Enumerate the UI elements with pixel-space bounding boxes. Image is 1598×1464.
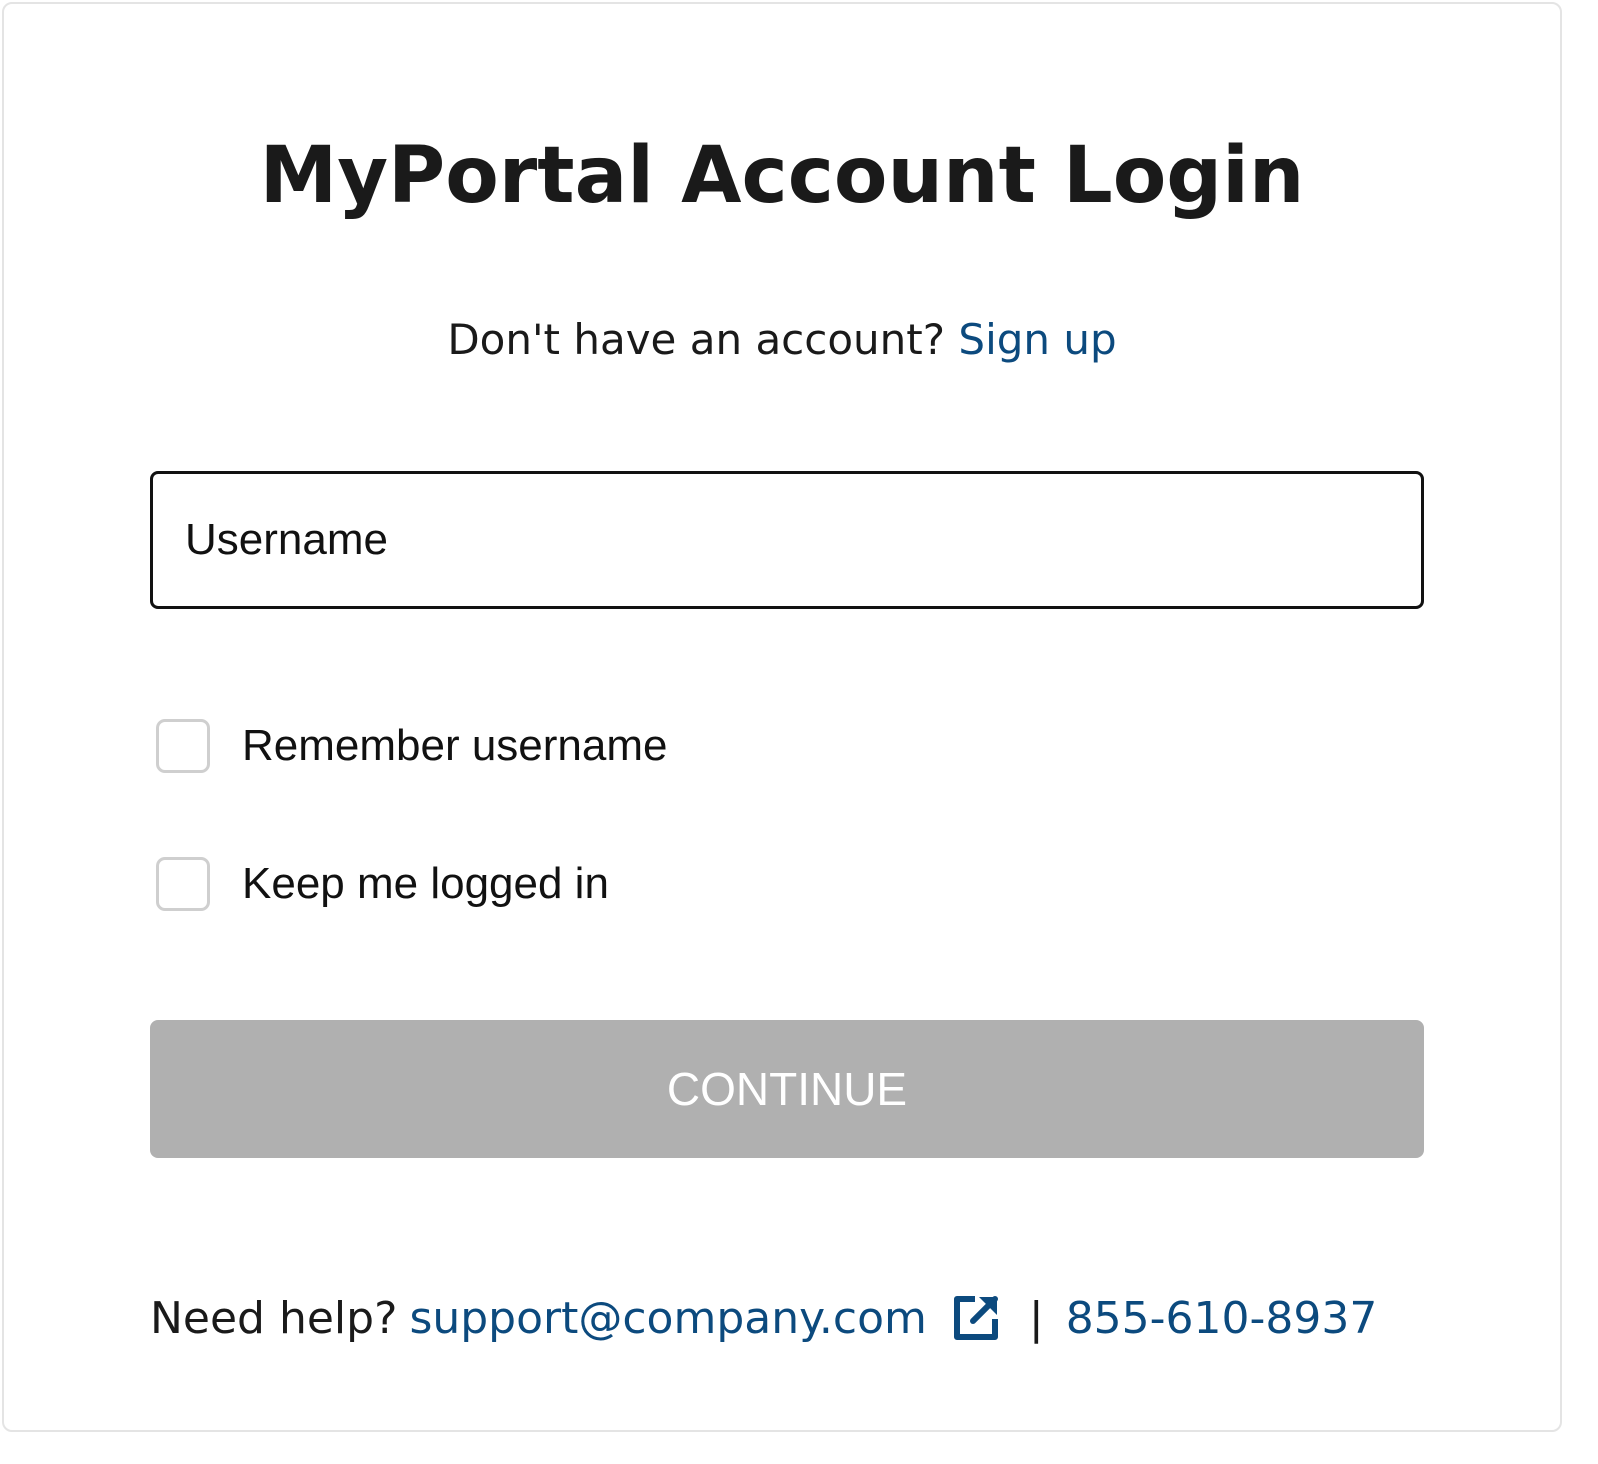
- login-card: MyPortal Account Login Don't have an acc…: [2, 2, 1562, 1432]
- username-input[interactable]: [150, 471, 1424, 609]
- signup-link[interactable]: Sign up: [958, 315, 1116, 364]
- remember-username-label: Remember username: [242, 721, 668, 770]
- continue-button[interactable]: CONTINUE: [150, 1020, 1424, 1158]
- remember-username-row[interactable]: Remember username: [156, 716, 668, 776]
- help-row: Need help? support@company.com | 855-610…: [150, 1286, 1377, 1350]
- help-prompt: Need help?: [150, 1292, 398, 1344]
- remember-username-checkbox[interactable]: [156, 719, 210, 773]
- external-link-icon[interactable]: [949, 1291, 1003, 1345]
- signup-prompt-text: Don't have an account?: [447, 315, 946, 364]
- help-separator: |: [1028, 1292, 1044, 1344]
- keep-logged-in-checkbox[interactable]: [156, 857, 210, 911]
- page-title: MyPortal Account Login: [259, 131, 1305, 221]
- keep-logged-in-row[interactable]: Keep me logged in: [156, 854, 609, 914]
- support-phone-link[interactable]: 855-610-8937: [1066, 1293, 1378, 1344]
- support-email-link[interactable]: support@company.com: [409, 1293, 926, 1344]
- signup-prompt-row: Don't have an account? Sign up: [4, 310, 1560, 370]
- keep-logged-in-label: Keep me logged in: [242, 859, 609, 908]
